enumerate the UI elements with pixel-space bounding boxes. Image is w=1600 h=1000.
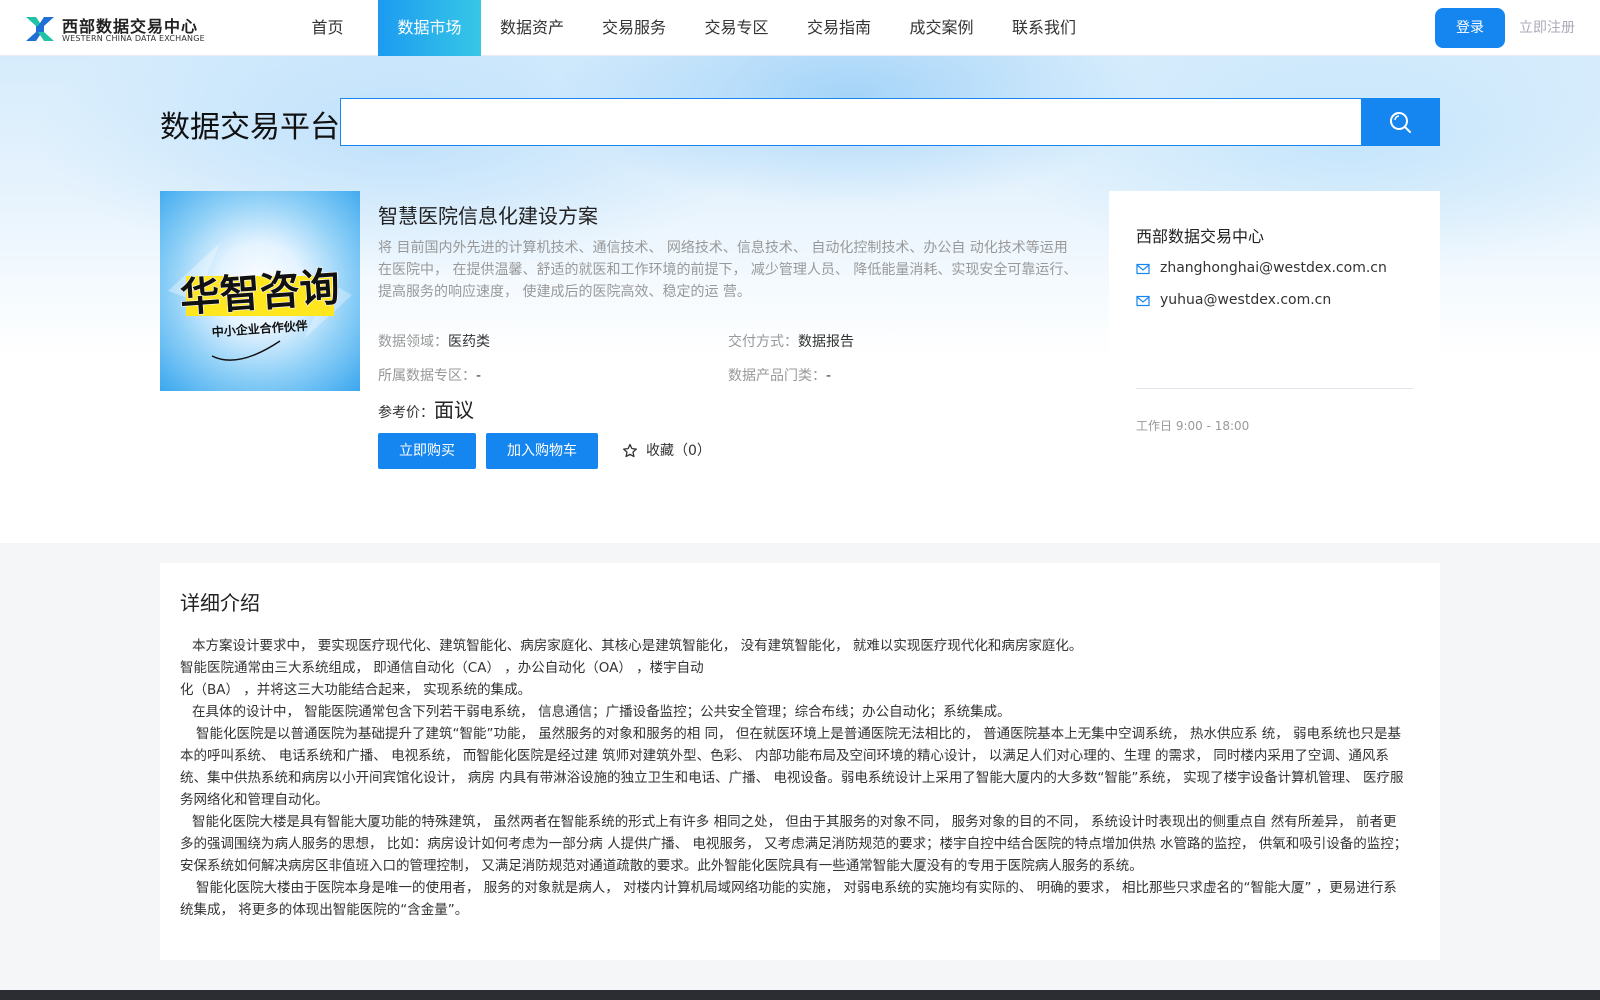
login-button[interactable]: 登录: [1435, 8, 1505, 48]
favorite-label: 收藏（0）: [646, 443, 711, 459]
meta-value: -: [476, 368, 482, 384]
mail-icon: [1136, 295, 1150, 307]
contact-divider: [1136, 388, 1413, 389]
meta-label: 所属数据专区：: [378, 368, 476, 384]
add-to-cart-button[interactable]: 加入购物车: [486, 433, 598, 469]
top-header: 西部数据交易中心 WESTERN CHINA DATA EXCHANGE 首页 …: [0, 0, 1600, 56]
product-hero: 数据交易平台 华智咨询 中小企业合作伙伴 智慧医院信息化建设方案 将 目前国内外…: [0, 56, 1600, 543]
details-paragraph: 智能化医院大楼是具有智能大厦功能的特殊建筑， 虽然两者在智能系统的形式上有许多 …: [180, 814, 1408, 874]
nav-data-market[interactable]: 数据市场: [378, 0, 481, 56]
nav-home[interactable]: 首页: [290, 0, 365, 56]
contact-name: 西部数据交易中心: [1136, 227, 1265, 246]
product-title: 智慧医院信息化建设方案: [378, 204, 598, 228]
meta-delivery-method: 交付方式：数据报告: [728, 331, 854, 351]
details-title: 详细介绍: [180, 591, 260, 615]
details-paragraph: 智能化医院大楼由于医院本身是唯一的使用者， 服务的对象就是病人， 对楼内计算机局…: [180, 880, 1397, 918]
nav-trading-services[interactable]: 交易服务: [583, 0, 685, 56]
price-value: 面议: [434, 398, 474, 422]
register-link[interactable]: 立即注册: [1519, 0, 1575, 56]
product-description: 将 目前国内外先进的计算机技术、通信技术、 网络技术、信息技术、 自动化控制技术…: [378, 240, 1078, 300]
details-paragraph: 智能医院通常由三大系统组成， 即通信自动化（CA） ，办公自动化（OA） ，楼宇…: [180, 660, 704, 676]
nav-contact-us[interactable]: 联系我们: [993, 0, 1095, 56]
nav-data-assets[interactable]: 数据资产: [481, 0, 583, 56]
meta-product-category: 数据产品门类：-: [728, 365, 831, 385]
contact-card: 西部数据交易中心 zhanghonghai@westdex.com.cn yuh…: [1109, 191, 1440, 501]
logo-subtitle: WESTERN CHINA DATA EXCHANGE: [62, 34, 205, 43]
details-section: 详细介绍 本方案设计要求中， 要实现医疗现代化、建筑智能化、病房家庭化、其核心是…: [160, 563, 1440, 960]
details-paragraph: 在具体的设计中， 智能医院通常包含下列若干弱电系统， 信息通信；广播设备监控；公…: [192, 704, 1011, 720]
contact-hours: 工作日 9:00 - 18:00: [1136, 419, 1250, 433]
meta-label: 数据领域：: [378, 334, 448, 350]
meta-label: 交付方式：: [728, 334, 798, 350]
logo-mark-icon: [26, 17, 54, 41]
footer-strip: [0, 990, 1600, 1000]
meta-value: -: [826, 368, 832, 384]
price-label: 参考价：: [378, 405, 434, 421]
search-title: 数据交易平台: [160, 110, 340, 145]
site-logo[interactable]: 西部数据交易中心 WESTERN CHINA DATA EXCHANGE: [24, 12, 205, 46]
details-body: 本方案设计要求中， 要实现医疗现代化、建筑智能化、病房家庭化、其核心是建筑智能化…: [180, 635, 1410, 921]
contact-email: yuhua@westdex.com.cn: [1160, 292, 1332, 308]
nav-trading-zone[interactable]: 交易专区: [685, 0, 788, 56]
details-paragraph: 智能化医院是以普通医院为基础提升了建筑“智能”功能， 虽然服务的对象和服务的相 …: [180, 726, 1404, 808]
nav-cases[interactable]: 成交案例: [890, 0, 993, 56]
details-paragraph: 化（BA） ，并将这三大功能结合起来， 实现系统的集成。: [180, 682, 532, 698]
search-button[interactable]: [1361, 98, 1440, 146]
mail-icon: [1136, 263, 1150, 275]
buy-now-button[interactable]: 立即购买: [378, 433, 476, 469]
details-paragraph: 本方案设计要求中， 要实现医疗现代化、建筑智能化、病房家庭化、其核心是建筑智能化…: [192, 638, 1083, 654]
product-image-subtitle: 中小企业合作伙伴: [211, 318, 308, 340]
nav-trading-guide[interactable]: 交易指南: [788, 0, 890, 56]
meta-value: 医药类: [448, 334, 490, 350]
product-image: 华智咨询 中小企业合作伙伴: [160, 191, 360, 391]
search-input[interactable]: [340, 98, 1362, 146]
meta-data-field: 数据领域：医药类: [378, 331, 490, 351]
search-icon: [1390, 112, 1411, 133]
meta-label: 数据产品门类：: [728, 368, 826, 384]
meta-data-zone: 所属数据专区：-: [378, 365, 481, 385]
star-icon: [623, 443, 637, 458]
meta-value: 数据报告: [798, 334, 854, 350]
contact-email: zhanghonghai@westdex.com.cn: [1160, 260, 1387, 276]
